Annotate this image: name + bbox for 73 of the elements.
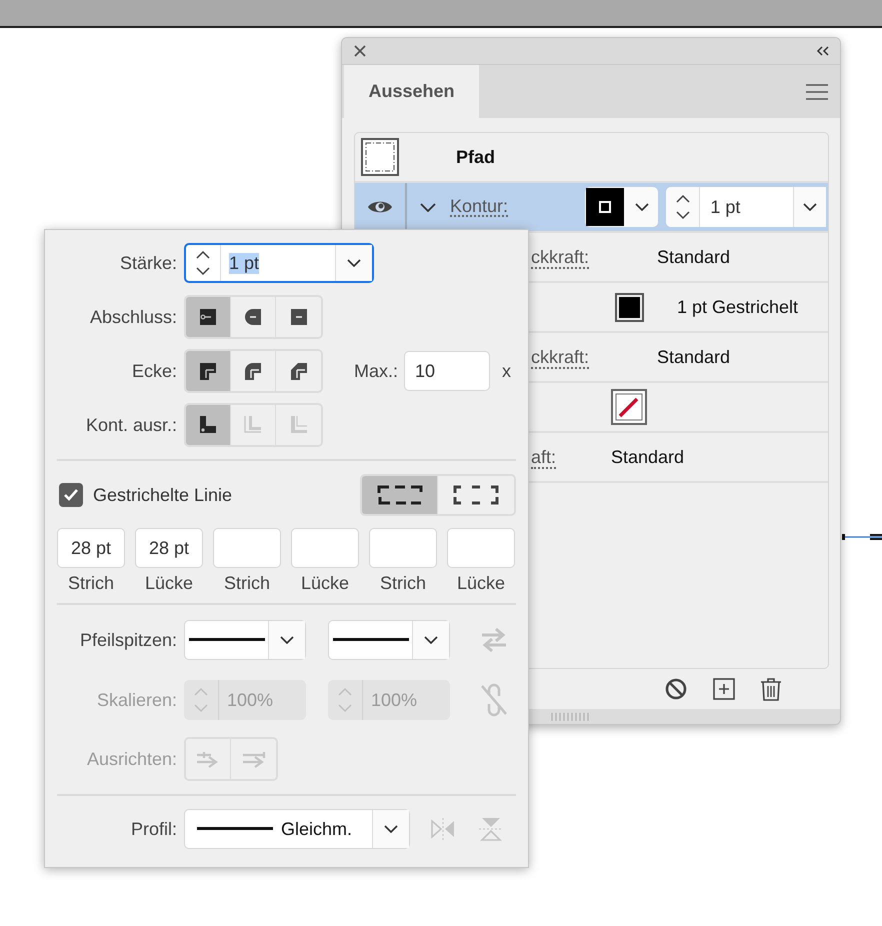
path-segment-drawing [840, 531, 882, 543]
stepper-icon [193, 687, 209, 713]
collapse-icon[interactable] [816, 46, 830, 56]
arrowhead-dropdown[interactable] [184, 620, 306, 660]
line-preview-icon [332, 638, 408, 642]
check-icon [63, 488, 79, 502]
stepper-icon [195, 250, 211, 276]
field-label: Lücke [456, 573, 506, 594]
stroke-link[interactable]: Kontur: [450, 197, 508, 217]
trash-icon[interactable] [760, 677, 782, 701]
dash-gap-field[interactable] [447, 528, 515, 568]
field-label: Strich [224, 573, 270, 594]
dash-mode-button[interactable] [362, 476, 438, 514]
field-label: Pfeilspitzen: [78, 630, 177, 650]
chevron-icon [384, 825, 398, 833]
stroke-description: 1 pt Gestrichelt [677, 296, 798, 318]
field-label: Strich [380, 573, 426, 594]
weight-field[interactable]: 1 pt [184, 243, 374, 283]
profile-dropdown[interactable]: Gleichm. [184, 809, 410, 849]
field-label: Ausrichten: [86, 748, 177, 770]
opacity-link[interactable]: ckkraft: [531, 246, 590, 268]
opacity-link[interactable]: ckkraft: [531, 346, 590, 368]
dash-corners-icon [452, 483, 500, 507]
line-preview-icon [188, 638, 264, 642]
field-label: Strich [68, 573, 114, 594]
menu-icon[interactable] [806, 84, 828, 100]
dashed-line-checkbox[interactable] [59, 483, 83, 507]
resize-grip-icon[interactable] [551, 712, 591, 720]
expand-chevron-icon[interactable] [420, 202, 436, 212]
dash-corners-icon [376, 483, 424, 507]
dash-gap-field[interactable]: 28 pt [135, 528, 203, 568]
opacity-value: Standard [657, 346, 730, 368]
dash-gap-field[interactable] [213, 528, 281, 568]
object-name: Pfad [456, 146, 496, 168]
chevron-icon [347, 259, 361, 267]
chevron-icon [280, 636, 294, 644]
dash-gap-field[interactable] [369, 528, 437, 568]
chevron-icon [424, 636, 438, 644]
field-label: Lücke [144, 573, 194, 594]
clear-icon[interactable] [664, 677, 688, 701]
stroke-weight-field[interactable]: 1 pt [666, 187, 826, 227]
close-icon[interactable] [354, 45, 366, 57]
field-label: Stärke: [118, 252, 177, 274]
opacity-value: Standard [611, 446, 684, 468]
path-thumbnail [361, 138, 399, 176]
stroke-color-dropdown[interactable] [585, 187, 658, 227]
chevron-icon [634, 203, 649, 211]
field-label: Kont. ausr.: [84, 414, 177, 436]
miter-limit-field[interactable]: 10 [404, 351, 490, 391]
unit-label: x [502, 360, 512, 382]
field-label: Skalieren: [96, 690, 177, 710]
stepper-icon [337, 687, 353, 713]
stepper-icon [674, 194, 691, 220]
eye-icon[interactable] [367, 199, 393, 215]
field-label: Profil: [130, 818, 177, 840]
chevron-icon [802, 203, 817, 211]
opacity-value: Standard [657, 246, 730, 268]
field-label: Max.: [354, 360, 398, 382]
field-label: Ecke: [130, 360, 177, 382]
dash-gap-field[interactable]: 28 pt [57, 528, 125, 568]
cap-option-button[interactable] [186, 297, 231, 337]
add-icon[interactable] [713, 678, 735, 700]
line-preview-icon [197, 827, 273, 831]
arrowhead-dropdown[interactable] [328, 620, 450, 660]
align-option-button[interactable] [186, 405, 231, 445]
panel-tab[interactable]: Aussehen [344, 65, 479, 118]
field-label: Abschluss: [88, 306, 177, 328]
dash-gap-field[interactable] [291, 528, 359, 568]
none-fill-swatch[interactable] [611, 389, 647, 425]
field-label: Lücke [300, 573, 350, 594]
checkbox-label: Gestrichelte Linie [93, 484, 232, 506]
corner-option-button[interactable] [186, 351, 231, 391]
opacity-link[interactable]: aft: [531, 446, 556, 468]
